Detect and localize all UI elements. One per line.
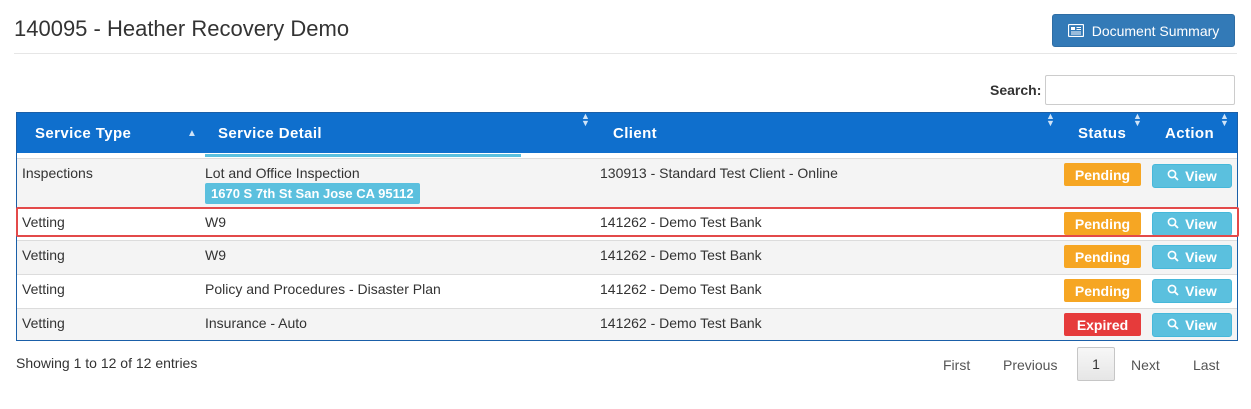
service-type: Vetting — [22, 247, 65, 263]
service-detail-label: Lot and Office Inspection — [205, 165, 360, 181]
table-row: Vetting W9 141262 - Demo Test Bank Pendi… — [17, 240, 1237, 275]
column-header-service-type[interactable]: Service Type — [35, 113, 131, 153]
status-badge: Expired — [1064, 313, 1141, 336]
client: 141262 - Demo Test Bank — [600, 315, 762, 331]
column-header-action[interactable]: Action — [1165, 113, 1214, 153]
page-title: 140095 - Heather Recovery Demo — [14, 16, 350, 41]
view-button[interactable]: View — [1152, 164, 1232, 188]
sort-arrows-icon: ▲ ▼ — [581, 112, 591, 128]
client: 141262 - Demo Test Bank — [600, 247, 762, 263]
column-header-client[interactable]: Client — [613, 113, 657, 153]
column-header-status[interactable]: Status — [1078, 113, 1126, 153]
address-tag: 1670 S 7th St San Jose CA 95112 — [205, 183, 420, 204]
search-icon — [1167, 216, 1179, 232]
service-type: Inspections — [22, 165, 93, 181]
view-button[interactable]: View — [1152, 245, 1232, 269]
scroll-strip — [205, 154, 521, 157]
sort-arrows-icon: ▲ ▼ — [1046, 112, 1056, 128]
service-type: Vetting — [22, 281, 65, 297]
search-icon — [1167, 168, 1179, 184]
pagination-next[interactable]: Next — [1131, 357, 1160, 373]
service-detail: Policy and Procedures - Disaster Plan — [205, 281, 441, 297]
pagination-previous[interactable]: Previous — [1003, 357, 1057, 373]
client: 141262 - Demo Test Bank — [600, 214, 762, 230]
sort-arrows-icon: ▲ ▼ — [1220, 112, 1230, 128]
status-badge: Pending — [1064, 212, 1141, 235]
search-bar: Search: — [990, 75, 1236, 105]
client: 130913 - Standard Test Client - Online — [600, 165, 838, 181]
column-header-service-detail[interactable]: Service Detail — [218, 113, 322, 153]
pagination-current-page[interactable]: 1 — [1077, 347, 1115, 381]
status-badge: Pending — [1064, 279, 1141, 302]
table-row: Vetting Insurance - Auto 141262 - Demo T… — [17, 308, 1237, 340]
service-detail: W9 — [205, 214, 226, 230]
search-icon — [1167, 249, 1179, 265]
table-row: Inspections Lot and Office Inspection 16… — [17, 158, 1237, 208]
pagination-last[interactable]: Last — [1193, 357, 1219, 373]
search-icon — [1167, 317, 1179, 333]
status-badge: Pending — [1064, 163, 1141, 186]
search-icon — [1167, 283, 1179, 299]
sort-asc-icon: ▲ — [187, 127, 198, 139]
search-input[interactable] — [1045, 75, 1236, 105]
service-type: Vetting — [22, 214, 65, 230]
service-detail: Lot and Office Inspection 1670 S 7th St … — [205, 165, 420, 204]
service-detail: W9 — [205, 247, 226, 263]
client: 141262 - Demo Test Bank — [600, 281, 762, 297]
status-badge: Pending — [1064, 245, 1141, 268]
title-divider — [14, 53, 1237, 54]
pagination-first[interactable]: First — [943, 357, 970, 373]
view-button[interactable]: View — [1152, 212, 1232, 236]
view-button[interactable]: View — [1152, 313, 1232, 337]
search-label: Search: — [990, 82, 1042, 98]
table-header: Service Type ▲ Service Detail ▲ ▼ Client … — [17, 113, 1237, 153]
document-summary-button[interactable]: Document Summary — [1052, 14, 1235, 47]
sort-arrows-icon: ▲ ▼ — [1133, 112, 1143, 128]
view-button[interactable]: View — [1152, 279, 1232, 303]
services-table: Service Type ▲ Service Detail ▲ ▼ Client … — [16, 112, 1238, 341]
table-row: Vetting Policy and Procedures - Disaster… — [17, 274, 1237, 309]
newspaper-icon — [1067, 24, 1084, 37]
table-info: Showing 1 to 12 of 12 entries — [16, 355, 198, 371]
service-type: Vetting — [22, 315, 65, 331]
document-summary-label: Document Summary — [1091, 22, 1220, 39]
table-row: Vetting W9 141262 - Demo Test Bank Pendi… — [17, 207, 1237, 241]
service-detail: Insurance - Auto — [205, 315, 307, 331]
